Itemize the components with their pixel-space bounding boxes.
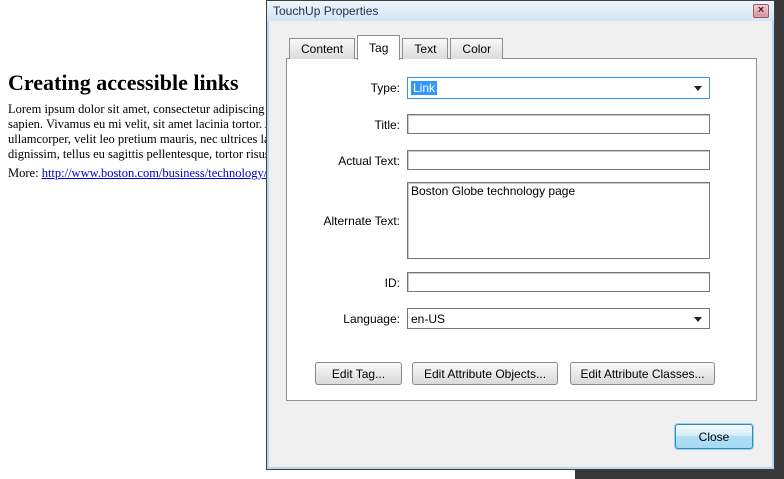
type-select[interactable]: Link: [407, 77, 710, 99]
paragraph-line: Lorem ipsum dolor sit amet, consectetur …: [8, 102, 266, 117]
tab-content[interactable]: Content: [289, 38, 355, 59]
id-label: ID:: [287, 276, 400, 290]
edit-attribute-objects-button[interactable]: Edit Attribute Objects...: [412, 362, 558, 385]
tab-color[interactable]: Color: [450, 38, 503, 59]
chevron-down-icon[interactable]: [694, 317, 702, 322]
document-paragraph: Lorem ipsum dolor sit amet, consectetur …: [8, 102, 266, 162]
paragraph-line: ullamcorper, velit leo pretium mauris, n…: [8, 132, 266, 147]
language-label: Language:: [287, 312, 400, 326]
tag-tab-panel: Type: Link Title: Actual Text: Alternate…: [286, 58, 757, 401]
tab-bar: Content Tag Text Color: [289, 34, 505, 59]
alternate-text-label: Alternate Text:: [287, 214, 400, 228]
type-label: Type:: [287, 81, 400, 95]
close-icon[interactable]: ×: [753, 4, 769, 18]
chevron-down-icon[interactable]: [694, 86, 702, 91]
more-label: More:: [8, 166, 42, 180]
id-input[interactable]: [407, 272, 710, 292]
tab-tag[interactable]: Tag: [357, 35, 400, 60]
alternate-text-textarea[interactable]: Boston Globe technology page: [407, 182, 710, 259]
document-heading: Creating accessible links: [8, 70, 266, 96]
tab-text[interactable]: Text: [402, 38, 448, 59]
paragraph-line: dignissim, tellus eu sagittis pellentesq…: [8, 147, 266, 162]
document-hyperlink[interactable]: http://www.boston.com/business/technolog…: [42, 166, 266, 180]
language-selected-value: en-US: [411, 312, 445, 326]
title-label: Title:: [287, 118, 400, 132]
title-input[interactable]: [407, 114, 710, 134]
dialog-title: TouchUp Properties: [267, 4, 378, 18]
edit-tag-button[interactable]: Edit Tag...: [315, 362, 402, 385]
dialog-body: Content Tag Text Color Type: Link Title:…: [269, 21, 772, 467]
document-page: Creating accessible links Lorem ipsum do…: [0, 0, 266, 479]
edit-attribute-classes-button[interactable]: Edit Attribute Classes...: [570, 362, 715, 385]
touchup-properties-dialog: TouchUp Properties × Content Tag Text Co…: [266, 0, 775, 470]
actual-text-label: Actual Text:: [287, 154, 400, 168]
paragraph-line: sapien. Vivamus eu mi velit, sit amet la…: [8, 117, 266, 132]
actual-text-input[interactable]: [407, 150, 710, 170]
document-more-line: More: http://www.boston.com/business/tec…: [8, 166, 266, 181]
language-select[interactable]: en-US: [407, 308, 710, 329]
close-button[interactable]: Close: [675, 424, 753, 449]
dialog-titlebar[interactable]: TouchUp Properties ×: [267, 1, 774, 21]
type-selected-value: Link: [411, 81, 437, 95]
